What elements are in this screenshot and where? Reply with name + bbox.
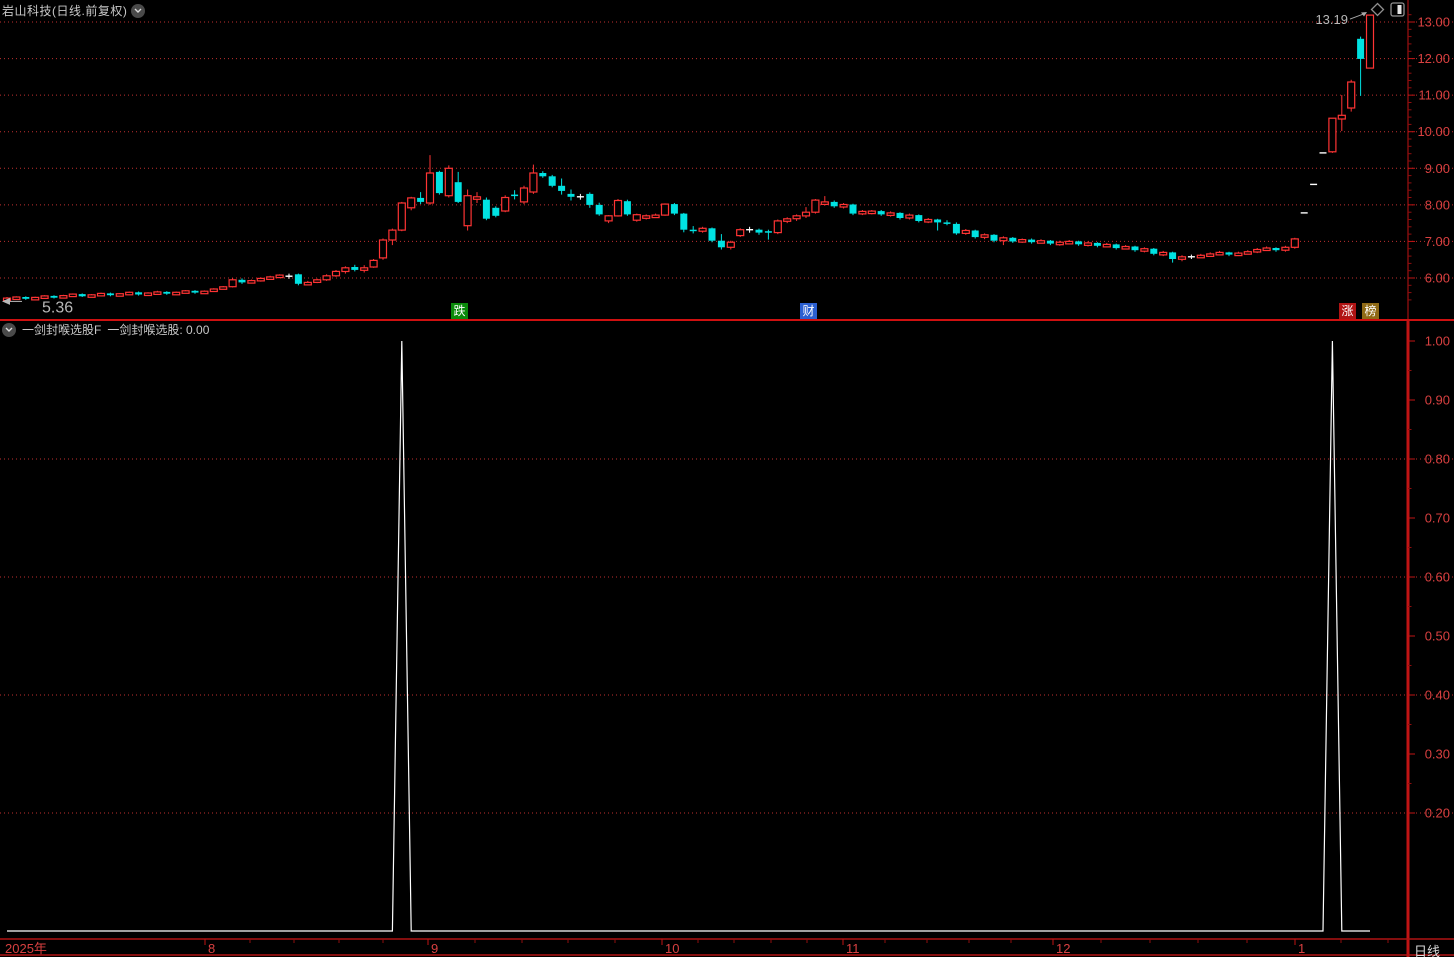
period-selector[interactable]: 日线	[1414, 941, 1440, 957]
indicator-name[interactable]: 一剑封喉选股F	[22, 321, 101, 338]
stock-title: 岩山科技(日线.前复权)	[2, 4, 128, 18]
svg-text:0.90: 0.90	[1425, 393, 1450, 408]
svg-text:0.20: 0.20	[1425, 806, 1450, 821]
date-axis: 2025年 8 9 10 11 12 1	[0, 938, 1454, 956]
svg-text:12.00: 12.00	[1417, 51, 1450, 66]
indicator-line	[7, 340, 1370, 932]
price-axis: 13.00 12.00 11.00 10.00 9.00 8.00 7.00 6.00	[1407, 0, 1450, 320]
svg-text:8.00: 8.00	[1425, 197, 1450, 212]
event-badge[interactable]: 榜	[1362, 303, 1379, 319]
svg-text:0.30: 0.30	[1425, 747, 1450, 762]
svg-text:9: 9	[431, 941, 438, 956]
window-controls	[1370, 2, 1405, 22]
svg-text:6.00: 6.00	[1425, 271, 1450, 286]
low-price-annotation: 5.36	[2, 297, 73, 316]
chevron-down-icon[interactable]	[131, 3, 146, 18]
indicator-axis: 1.00 0.90 0.80 0.70 0.60 0.50 0.40 0.30 0.20	[1406, 320, 1450, 957]
event-badge[interactable]: 财	[800, 303, 817, 319]
svg-text:11: 11	[846, 941, 860, 956]
event-badge[interactable]: 涨	[1339, 303, 1356, 319]
high-price-annotation: 13.19	[1315, 12, 1367, 27]
svg-text:0.80: 0.80	[1425, 452, 1450, 467]
main-chart-header: 岩山科技(日线.前复权)	[2, 2, 146, 19]
svg-text:9.00: 9.00	[1425, 161, 1450, 176]
indicator-value: 一剑封喉选股: 0.00	[107, 323, 210, 337]
candles	[2, 14, 1375, 302]
event-badge[interactable]: 跌	[451, 303, 468, 319]
indicator-grid	[0, 458, 1454, 814]
svg-text:7.00: 7.00	[1425, 234, 1450, 249]
stock-app-window: 13.00 12.00 11.00 10.00 9.00 8.00 7.00 6.00 13.…	[0, 0, 1454, 957]
svg-text:0.70: 0.70	[1425, 511, 1450, 526]
svg-text:13.19: 13.19	[1315, 12, 1348, 27]
svg-text:8: 8	[208, 941, 215, 956]
price-grid	[0, 21, 1454, 279]
svg-text:0.50: 0.50	[1425, 629, 1450, 644]
split-panel-icon[interactable]	[1390, 2, 1405, 22]
svg-text:2025年: 2025年	[5, 941, 47, 956]
svg-text:10.00: 10.00	[1417, 124, 1450, 139]
svg-text:5.36: 5.36	[42, 299, 73, 316]
svg-text:12: 12	[1056, 941, 1070, 956]
svg-text:1: 1	[1298, 941, 1305, 956]
svg-text:0.40: 0.40	[1425, 688, 1450, 703]
svg-text:13.00: 13.00	[1417, 15, 1450, 30]
svg-text:0.60: 0.60	[1425, 570, 1450, 585]
svg-text:11.00: 11.00	[1418, 88, 1450, 103]
indicator-panel-header: 一剑封喉选股F 一剑封喉选股: 0.00	[2, 321, 209, 338]
svg-text:10: 10	[665, 941, 679, 956]
svg-text:1.00: 1.00	[1425, 334, 1450, 349]
diamond-icon[interactable]	[1370, 2, 1385, 22]
candlestick-chart[interactable]: 13.00 12.00 11.00 10.00 9.00 8.00 7.00 6.00 13.…	[0, 0, 1454, 957]
chevron-down-icon[interactable]	[2, 322, 16, 337]
